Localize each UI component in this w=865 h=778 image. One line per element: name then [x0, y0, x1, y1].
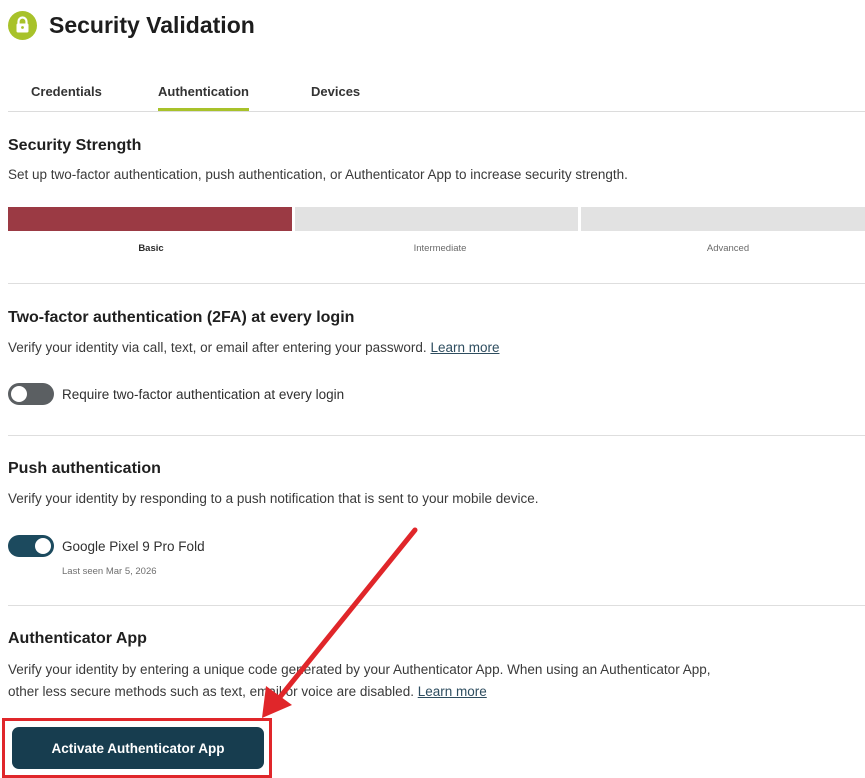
strength-label-advanced: Advanced — [706, 243, 750, 254]
strength-label-basic: Basic — [138, 243, 164, 254]
authenticator-app-description: Verify your identity by entering a uniqu… — [8, 659, 710, 703]
two-factor-toggle-label: Require two-factor authentication at eve… — [62, 386, 345, 402]
authenticator-description-line-1: Verify your identity by entering a uniqu… — [8, 662, 711, 677]
two-factor-toggle[interactable] — [8, 383, 54, 405]
page-header: Security Validation — [8, 8, 255, 42]
push-device-toggle-row: Google Pixel 9 Pro Fold — [8, 535, 205, 557]
lock-icon — [8, 10, 37, 40]
push-auth-title: Push authentication — [8, 460, 161, 477]
security-strength-description: Set up two-factor authentication, push a… — [8, 167, 628, 182]
section-divider — [8, 605, 865, 606]
two-factor-description: Verify your identity via call, text, or … — [8, 337, 500, 359]
two-factor-description-text: Verify your identity via call, text, or … — [8, 340, 427, 355]
two-factor-title: Two-factor authentication (2FA) at every… — [8, 309, 355, 326]
toggle-knob — [35, 538, 51, 554]
highlight-box: Activate Authenticator App — [2, 718, 272, 778]
tab-credentials[interactable]: Credentials — [31, 84, 102, 108]
strength-segment — [294, 207, 579, 231]
push-device-toggle[interactable] — [8, 535, 54, 557]
strength-meter — [8, 207, 865, 231]
tab-bar: Credentials Authentication Devices — [8, 80, 865, 112]
activate-authenticator-app-button[interactable]: Activate Authenticator App — [12, 727, 264, 769]
security-strength-title: Security Strength — [8, 137, 142, 154]
section-divider — [8, 283, 865, 284]
authenticator-description-line-2-text: other less secure methods such as text, … — [8, 684, 414, 699]
authenticator-description-line-2: other less secure methods such as text, … — [8, 681, 710, 703]
strength-label-intermediate: Intermediate — [413, 243, 467, 254]
authenticator-learn-more-link[interactable]: Learn more — [418, 684, 487, 699]
authenticator-app-title: Authenticator App — [8, 630, 147, 647]
tab-devices[interactable]: Devices — [311, 84, 360, 108]
push-auth-description: Verify your identity by responding to a … — [8, 491, 539, 506]
strength-segment — [8, 207, 292, 231]
two-factor-learn-more-link[interactable]: Learn more — [430, 340, 499, 355]
strength-segment — [581, 207, 865, 231]
section-divider — [8, 435, 865, 436]
toggle-knob — [11, 386, 27, 402]
tab-authentication[interactable]: Authentication — [158, 84, 249, 111]
page-title: Security Validation — [49, 11, 255, 38]
two-factor-toggle-row: Require two-factor authentication at eve… — [8, 383, 344, 405]
push-device-name: Google Pixel 9 Pro Fold — [62, 538, 205, 554]
push-device-last-seen: Last seen Mar 5, 2026 — [62, 566, 157, 577]
